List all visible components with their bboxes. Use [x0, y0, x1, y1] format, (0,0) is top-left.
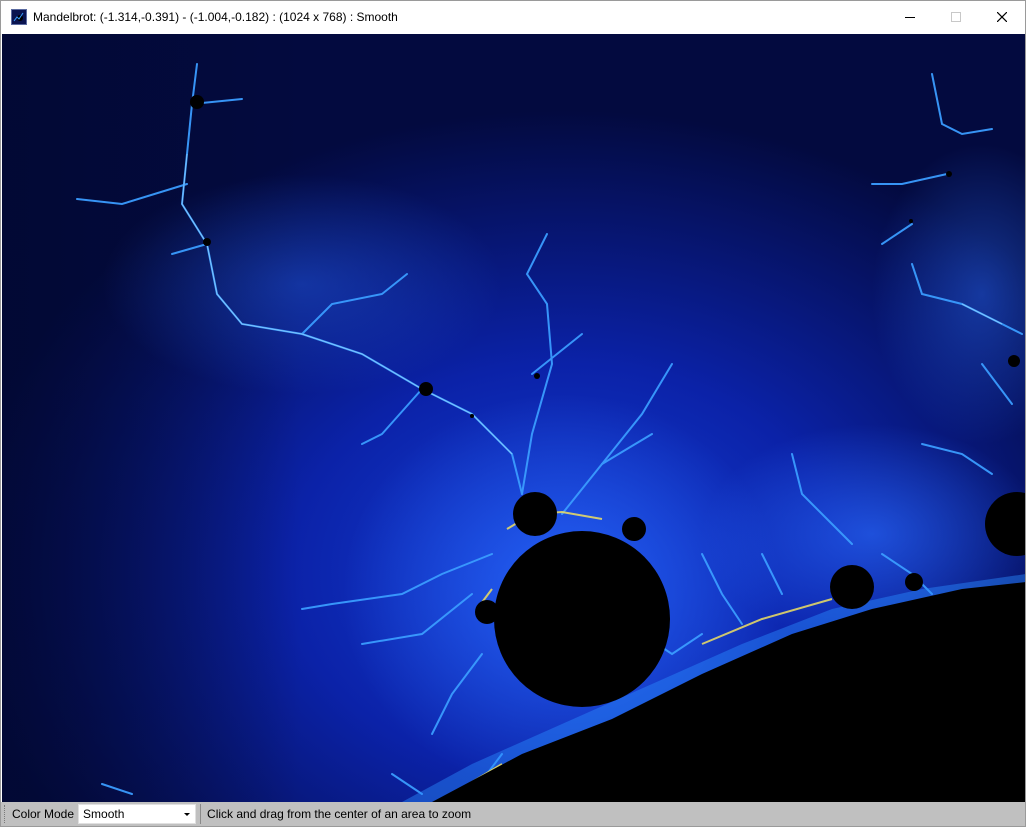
- maximize-icon: [951, 12, 961, 22]
- window-title: Mandelbrot: (-1.314,-0.391) - (-1.004,-0…: [33, 10, 398, 24]
- caption-buttons: [887, 1, 1025, 33]
- title-bar[interactable]: Mandelbrot: (-1.314,-0.391) - (-1.004,-0…: [1, 1, 1025, 33]
- app-icon: [11, 9, 27, 25]
- color-mode-select[interactable]: Smooth: [78, 804, 197, 824]
- color-mode-label: Color Mode: [12, 807, 75, 821]
- dropdown-arrow-icon: [184, 812, 191, 816]
- minimize-button[interactable]: [887, 1, 933, 33]
- fractal-canvas[interactable]: [2, 34, 1025, 802]
- zoom-hint: Click and drag from the center of an are…: [207, 807, 472, 821]
- close-button[interactable]: [979, 1, 1025, 33]
- color-mode-value: Smooth: [83, 807, 125, 821]
- minimize-icon: [905, 17, 915, 18]
- fractal-image: [2, 34, 1025, 802]
- maximize-button[interactable]: [933, 1, 979, 33]
- close-icon: [997, 12, 1007, 22]
- toolbar-grip[interactable]: [4, 805, 8, 823]
- app-window: Mandelbrot: (-1.314,-0.391) - (-1.004,-0…: [0, 0, 1026, 827]
- status-bar: Color Mode Smooth Click and drag from th…: [1, 802, 1025, 826]
- status-separator: [200, 804, 202, 824]
